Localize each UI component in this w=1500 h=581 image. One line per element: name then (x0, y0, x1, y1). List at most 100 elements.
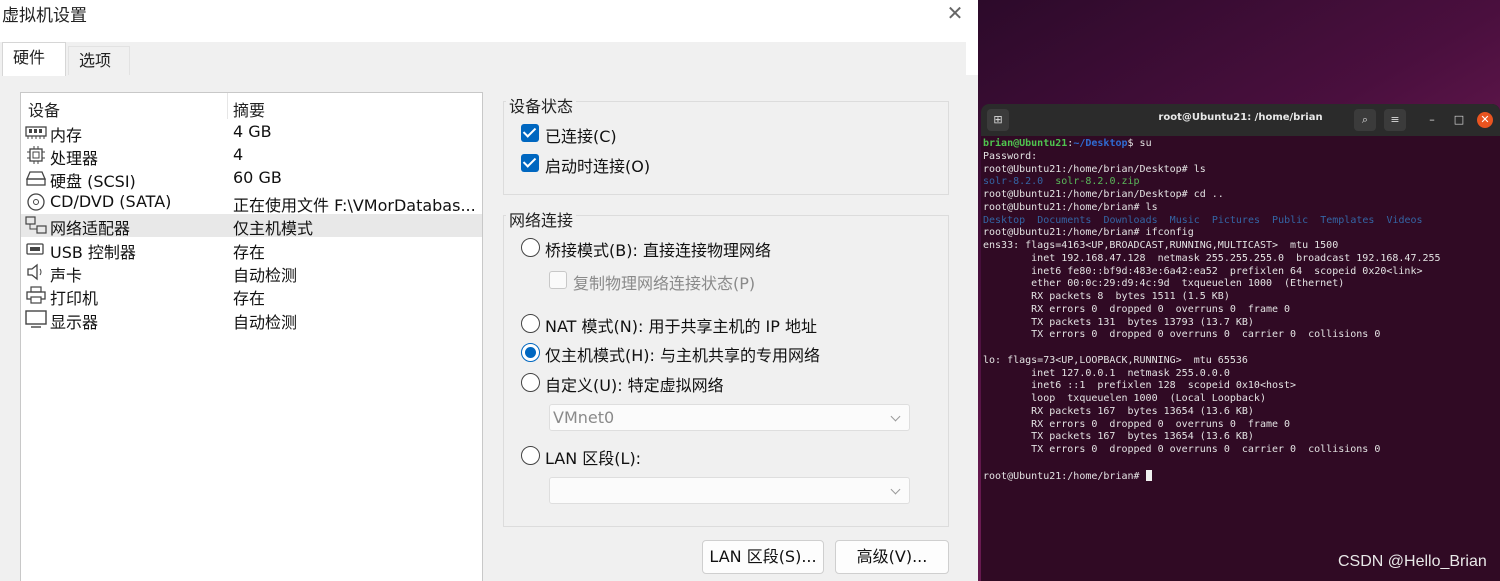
terminal-line: inet6 fe80::bf9d:483e:6a42:ea52 prefixle… (983, 265, 1423, 277)
lan-segment-radio[interactable] (521, 446, 540, 465)
terminal-line: Desktop Documents Downloads Music Pictur… (983, 214, 1423, 226)
terminal-line: Password: (983, 150, 1038, 162)
terminal-line: solr-8.2.0 solr-8.2.0.zip (983, 176, 1140, 188)
terminal-line: brian@Ubuntu21:~/Desktop$ su (983, 138, 1152, 149)
tab-options[interactable]: 选项 (68, 46, 130, 75)
bridged-label[interactable]: 桥接模式(B): 直接连接物理网络 (545, 237, 771, 261)
advanced-button[interactable]: 高级(V)... (835, 540, 949, 574)
device-name: 声卡 (50, 266, 83, 285)
device-summary: 存在 (233, 289, 266, 308)
replicate-state-checkbox[interactable] (549, 271, 567, 289)
device-name: 内存 (50, 126, 83, 145)
terminal-line: lo: flags=73<UP,LOOPBACK,RUNNING> mtu 65… (983, 354, 1248, 366)
device-summary: 仅主机模式 (233, 219, 314, 238)
device-row-network-adapter[interactable]: 网络适配器 仅主机模式 (21, 214, 482, 238)
close-icon[interactable]: ✕ (944, 2, 966, 24)
device-name: 硬盘 (SCSI) (50, 172, 136, 191)
terminal-line: inet 127.0.0.1 netmask 255.0.0.0 (983, 367, 1230, 379)
terminal-title: root@Ubuntu21: /home/brian (1158, 112, 1323, 123)
custom-radio[interactable] (521, 373, 540, 392)
terminal-line: RX errors 0 dropped 0 overruns 0 frame 0 (983, 303, 1291, 315)
device-row-printer[interactable]: 打印机 存在 (21, 284, 482, 308)
host-only-label[interactable]: 仅主机模式(H): 与主机共享的专用网络 (545, 342, 820, 366)
host-only-radio[interactable] (521, 343, 540, 362)
device-row-cd-dvd[interactable]: CD/DVD (SATA) 正在使用文件 F:\VMorDatabas... (21, 191, 482, 215)
terminal-cursor (1145, 469, 1152, 481)
terminal-line: TX errors 0 dropped 0 overruns 0 carrier… (983, 444, 1381, 455)
lan-segment-select[interactable] (549, 477, 910, 504)
column-divider (227, 93, 228, 119)
terminal-line: TX packets 167 bytes 13654 (13.6 KB) (983, 431, 1254, 443)
device-summary: 自动检测 (233, 266, 298, 285)
device-status-title: 设备状态 (506, 93, 577, 117)
device-row-sound-card[interactable]: 声卡 自动检测 (21, 261, 482, 285)
device-name: USB 控制器 (50, 243, 136, 262)
terminal-line: root@Ubuntu21:/home/brian/Desktop# cd .. (983, 189, 1224, 200)
replicate-state-label[interactable]: 复制物理网络连接状态(P) (573, 270, 755, 294)
display-icon (25, 310, 47, 328)
device-summary: 60 GB (233, 168, 282, 187)
sound-card-icon (27, 263, 42, 281)
processor-icon (27, 146, 45, 164)
terminal-line: loop txqueuelen 1000 (Local Loopback) (983, 393, 1266, 404)
device-summary: 存在 (233, 243, 266, 262)
device-row-usb[interactable]: USB 控制器 存在 (21, 238, 482, 262)
device-row-memory[interactable]: 内存 4 GB (21, 121, 482, 145)
device-row-processor[interactable]: 处理器 4 (21, 144, 482, 168)
search-icon[interactable]: ⌕ (1354, 109, 1376, 131)
terminal-line: root@Ubuntu21:/home/brian# ifconfig (983, 227, 1194, 239)
terminal-line: root@Ubuntu21:/home/brian# (983, 469, 1498, 483)
device-list[interactable]: 设备 摘要 内存 4 GB 处理器 4 硬盘 (SCSI) 60 GB CD/D… (20, 92, 483, 581)
device-row-harddisk[interactable]: 硬盘 (SCSI) 60 GB (21, 167, 482, 191)
nat-label[interactable]: NAT 模式(N): 用于共享主机的 IP 地址 (545, 313, 817, 337)
dialog-title: 虚拟机设置 (2, 6, 87, 26)
lan-segments-button[interactable]: LAN 区段(S)... (702, 540, 824, 574)
terminal-line: root@Ubuntu21:/home/brian/Desktop# ls (983, 163, 1206, 175)
terminal-line: RX packets 167 bytes 13654 (13.6 KB) (983, 405, 1254, 417)
network-adapter-icon (25, 216, 47, 234)
tab-bar (0, 42, 966, 75)
nat-radio[interactable] (521, 314, 540, 333)
device-name: 显示器 (50, 313, 99, 332)
device-summary: 4 (233, 145, 244, 164)
close-icon[interactable]: ✕ (1477, 112, 1493, 128)
terminal-line: inet 192.168.47.128 netmask 255.255.255.… (983, 252, 1441, 264)
device-row-display[interactable]: 显示器 自动检测 (21, 308, 482, 332)
custom-label[interactable]: 自定义(U): 特定虚拟网络 (545, 372, 724, 396)
device-summary: 自动检测 (233, 313, 298, 332)
column-header-summary[interactable]: 摘要 (233, 97, 265, 121)
bridged-radio[interactable] (521, 238, 540, 257)
memory-icon (25, 126, 47, 139)
device-summary: 4 GB (233, 122, 272, 141)
column-header-device[interactable]: 设备 (28, 97, 60, 121)
vm-settings-dialog: 虚拟机设置 ✕ 硬件 选项 设备 摘要 内存 4 GB 处理器 4 硬盘 (SC… (0, 0, 978, 581)
terminal-window[interactable]: ⊞ root@Ubuntu21: /home/brian ⌕ ≡ – □ ✕ b… (981, 104, 1500, 581)
terminal-line: TX errors 0 dropped 0 overruns 0 carrier… (983, 329, 1381, 341)
connected-checkbox[interactable] (521, 124, 539, 142)
minimize-icon[interactable]: – (1424, 112, 1440, 128)
chevron-down-icon (890, 411, 901, 422)
connected-label[interactable]: 已连接(C) (545, 123, 617, 147)
custom-network-value: VMnet0 (553, 408, 615, 427)
printer-icon (26, 286, 46, 304)
terminal-output[interactable]: brian@Ubuntu21:~/Desktop$ su Password: roo… (983, 138, 1498, 482)
device-name: 网络适配器 (50, 219, 131, 238)
hamburger-menu-icon[interactable]: ≡ (1384, 109, 1406, 131)
terminal-line: inet6 ::1 prefixlen 128 scopeid 0x10<hos… (983, 380, 1297, 392)
lan-segment-label[interactable]: LAN 区段(L): (545, 445, 641, 469)
maximize-icon[interactable]: □ (1451, 112, 1467, 128)
connect-at-power-on-checkbox[interactable] (521, 154, 539, 172)
tab-hardware[interactable]: 硬件 (2, 42, 66, 76)
network-connection-title: 网络连接 (506, 207, 577, 231)
terminal-line: TX packets 131 bytes 13793 (13.7 KB) (983, 316, 1254, 328)
connect-at-power-on-label[interactable]: 启动时连接(O) (545, 153, 650, 177)
harddisk-icon (26, 171, 46, 186)
terminal-line: RX packets 8 bytes 1511 (1.5 KB) (983, 291, 1230, 302)
terminal-line: ether 00:0c:29:d9:4c:9d txqueuelen 1000 … (983, 278, 1345, 290)
chevron-down-icon (890, 484, 901, 495)
watermark: CSDN @Hello_Brian (1338, 553, 1487, 570)
terminal-titlebar[interactable]: ⊞ root@Ubuntu21: /home/brian ⌕ ≡ – □ ✕ (981, 104, 1500, 136)
custom-network-select[interactable]: VMnet0 (549, 404, 910, 431)
device-name: 处理器 (50, 149, 99, 168)
